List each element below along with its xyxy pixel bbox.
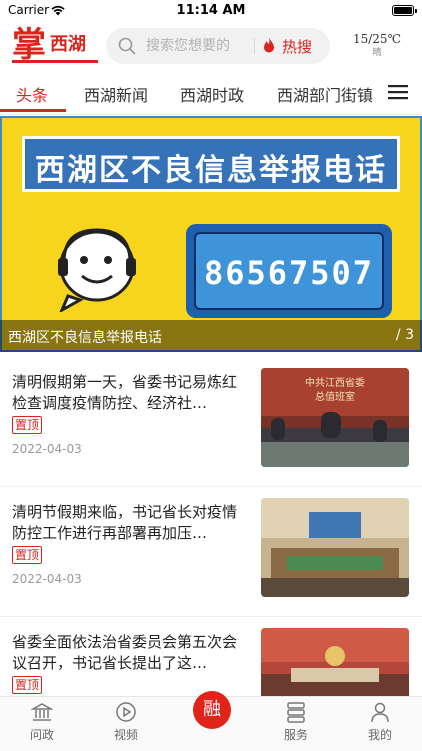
svg-text:总值班室: 总值班室	[315, 390, 355, 403]
news-title: 省委全面依法治省委员会第五次会议召开，书记省长提出了这…	[12, 633, 238, 672]
logo-name: 西湖	[50, 34, 86, 55]
tab-bar-profile[interactable]: 我的	[350, 699, 410, 743]
tab-bar-wenzheng[interactable]: 问政	[12, 699, 72, 743]
banner-carousel[interactable]: 西湖区不良信息举报电话 86567507 西湖区不良信息举报电话 / 3	[0, 116, 422, 352]
banner-caption-bar: 西湖区不良信息举报电话 / 3	[0, 320, 422, 352]
news-thumbnail	[261, 498, 409, 597]
battery-icon	[392, 5, 417, 16]
play-icon	[116, 702, 136, 722]
weather-widget[interactable]: 15/25℃ 晴	[340, 32, 414, 58]
government-building-icon	[31, 703, 53, 721]
tab-headlines[interactable]: 头条	[16, 82, 48, 106]
pinned-badge: 置顶	[12, 546, 43, 564]
center-rong-button[interactable]: 融	[193, 691, 231, 729]
logo-mark: 掌	[12, 25, 46, 65]
flame-icon	[264, 37, 274, 53]
search-input[interactable]	[146, 28, 266, 64]
tab-bar-label: 视频	[113, 728, 138, 742]
app-logo[interactable]: 掌 西湖	[12, 26, 100, 66]
search-icon	[118, 37, 136, 55]
logo-underline	[12, 60, 98, 63]
clock: 11:14 AM	[176, 3, 246, 18]
tab-bar-video[interactable]: 视频	[96, 699, 156, 743]
banner-caption: 西湖区不良信息举报电话	[8, 330, 162, 346]
search-divider	[254, 38, 255, 54]
banner-phone-number: 86567507	[203, 254, 375, 292]
smiley-support-icon	[58, 228, 136, 312]
bottom-tab-bar: 问政 视频 融 服务 我的	[0, 691, 422, 751]
phone-display: 86567507	[186, 224, 392, 318]
hot-search-label: 热搜	[282, 38, 313, 56]
tab-xihu-politics[interactable]: 西湖时政	[180, 82, 244, 106]
banner-slide: 西湖区不良信息举报电话 86567507	[2, 118, 420, 350]
news-title: 清明节假期来临，书记省长对疫情防控工作进行再部署再加压…	[12, 503, 238, 542]
news-thumbnail	[261, 628, 409, 704]
status-bar: Carrier 11:14 AM	[0, 0, 422, 22]
news-date: 2022-04-03	[12, 572, 82, 586]
banner-title: 西湖区不良信息举报电话	[35, 153, 387, 188]
profile-icon	[371, 702, 389, 723]
news-thumbnail: 中共江西省委 总值班室	[261, 368, 409, 467]
news-date: 2022-04-03	[12, 442, 82, 456]
pinned-badge: 置顶	[12, 416, 43, 434]
active-tab-indicator	[0, 109, 66, 112]
tab-xihu-news[interactable]: 西湖新闻	[84, 82, 148, 106]
tab-bar-label: 服务	[283, 728, 308, 742]
news-title: 清明假期第一天，省委书记易炼红检查调度疫情防控、经济社…	[12, 373, 238, 412]
weather-temperature: 15/25℃	[352, 32, 401, 46]
svg-text:中共江西省委: 中共江西省委	[305, 376, 365, 389]
menu-icon[interactable]	[388, 84, 408, 100]
news-item[interactable]: 清明假期第一天，省委书记易炼红检查调度疫情防控、经济社… 置顶 2022-04-…	[0, 360, 422, 487]
tab-xihu-departments[interactable]: 西湖部门街镇	[277, 82, 373, 106]
tab-bar-services[interactable]: 服务	[266, 699, 326, 743]
banner-title-box: 西湖区不良信息举报电话	[22, 136, 400, 192]
tab-bar-label: 我的	[367, 728, 392, 742]
weather-condition: 晴	[372, 48, 382, 58]
news-item[interactable]: 清明节假期来临，书记省长对疫情防控工作进行再部署再加压… 置顶 2022-04-…	[0, 490, 422, 617]
services-list-icon	[287, 702, 305, 723]
banner-page-counter: / 3	[395, 327, 414, 343]
pinned-badge: 置顶	[12, 676, 43, 694]
tab-bar-label: 问政	[29, 728, 54, 742]
